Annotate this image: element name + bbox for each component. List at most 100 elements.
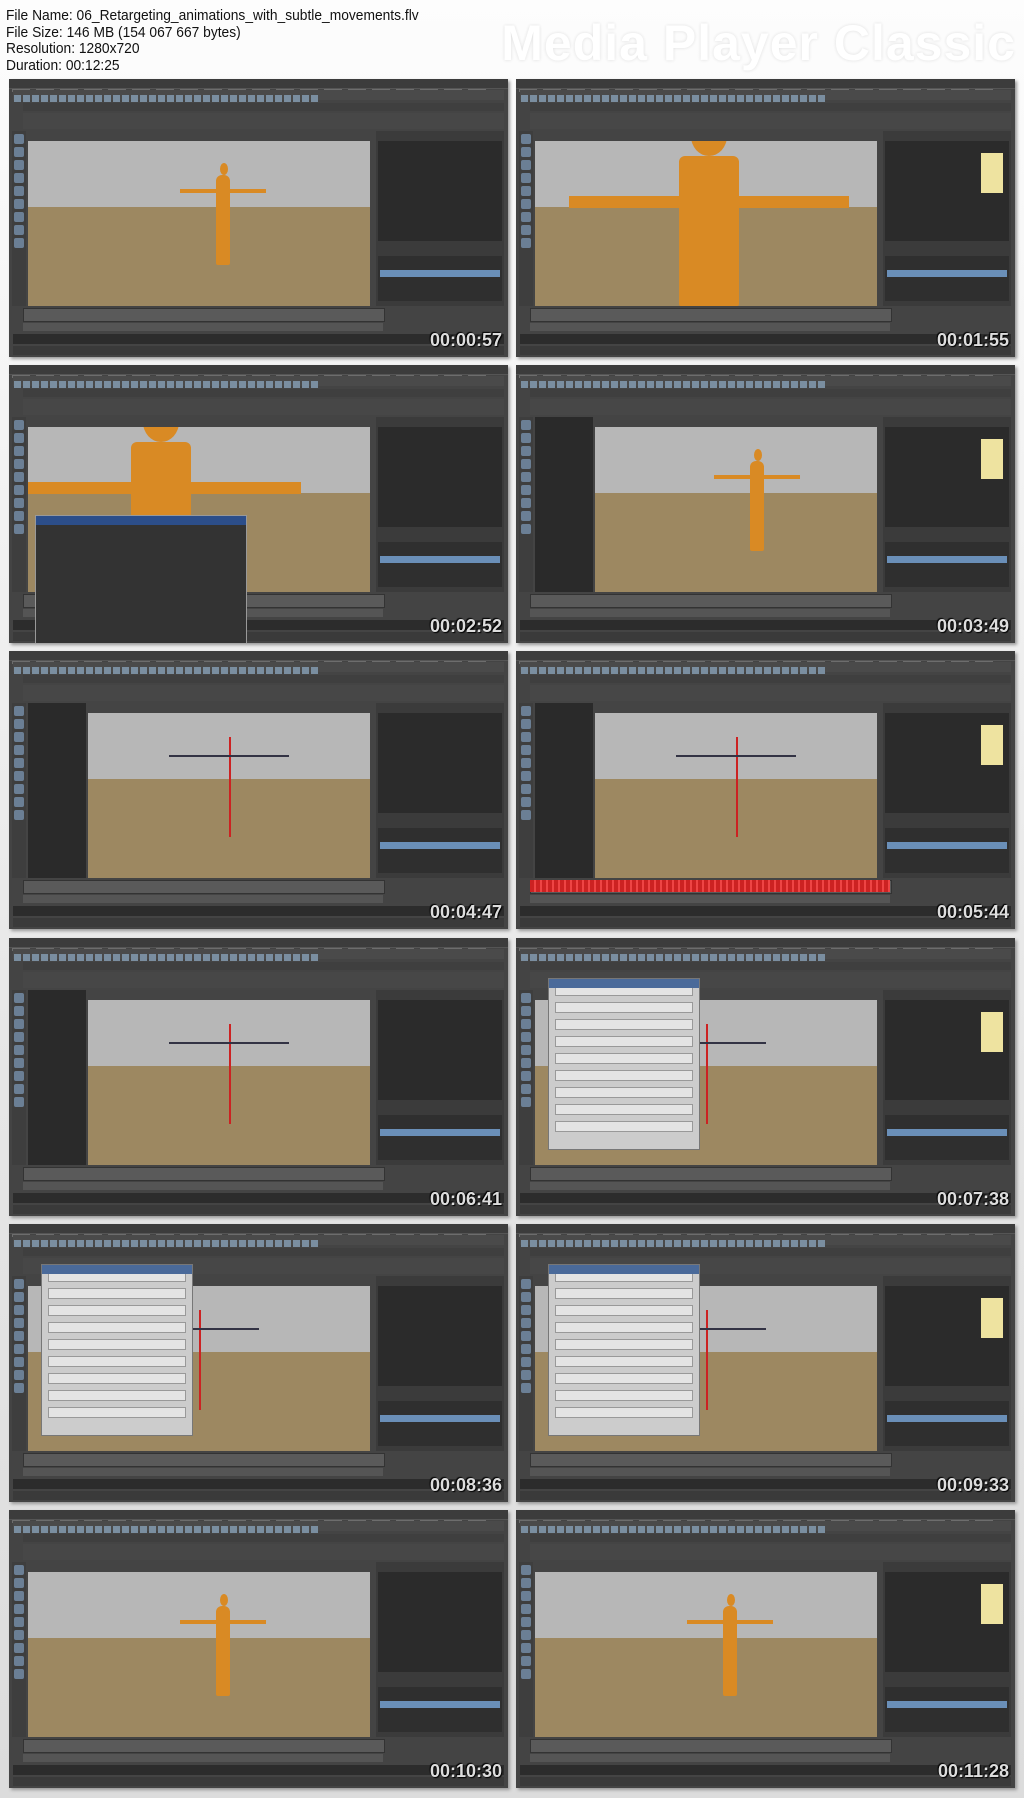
time-slider[interactable] xyxy=(23,1167,385,1181)
video-thumbnail[interactable]: 00:01:55 xyxy=(516,79,1015,357)
time-slider[interactable] xyxy=(530,1739,892,1753)
time-slider[interactable] xyxy=(530,1453,892,1467)
toolbox xyxy=(519,1276,533,1451)
range-slider[interactable] xyxy=(530,1468,890,1476)
range-slider[interactable] xyxy=(23,895,383,903)
shelf-tabs xyxy=(23,1534,504,1542)
viewport[interactable] xyxy=(28,1572,370,1737)
menu-bar xyxy=(516,1224,1015,1237)
time-slider[interactable] xyxy=(23,308,385,322)
video-thumbnail[interactable]: 00:02:52 xyxy=(9,365,508,643)
retarget-dialog[interactable] xyxy=(548,978,700,1150)
time-slider[interactable] xyxy=(23,1739,385,1753)
shelf-tabs xyxy=(23,962,504,970)
status-toolbar xyxy=(520,376,1011,388)
retarget-dialog[interactable] xyxy=(548,1264,700,1436)
timestamp: 00:06:41 xyxy=(429,1189,502,1209)
viewport-menu xyxy=(88,990,370,1000)
video-thumbnail[interactable]: 00:06:41 xyxy=(9,938,508,1216)
toolbox xyxy=(519,417,533,592)
shelf-tabs xyxy=(530,962,1011,970)
channel-box xyxy=(883,990,1011,1165)
skeleton xyxy=(139,1309,259,1410)
range-slider[interactable] xyxy=(530,895,890,903)
viewport[interactable] xyxy=(88,1000,370,1165)
viewport[interactable] xyxy=(535,141,877,306)
toolbox xyxy=(12,1562,26,1737)
viewport[interactable] xyxy=(88,713,370,878)
skeleton xyxy=(169,1023,289,1124)
skeleton xyxy=(646,1309,766,1410)
viewport-menu xyxy=(28,131,370,141)
range-slider[interactable] xyxy=(23,1468,383,1476)
status-toolbar xyxy=(13,90,504,102)
shelf xyxy=(23,399,504,415)
video-thumbnail[interactable]: 00:09:33 xyxy=(516,1224,1015,1502)
shelf xyxy=(23,972,504,988)
shelf-tabs xyxy=(530,1534,1011,1542)
retarget-dialog[interactable] xyxy=(41,1264,193,1436)
shelf-tabs xyxy=(530,103,1011,111)
video-thumbnail[interactable]: 00:10:30 xyxy=(9,1510,508,1788)
video-thumbnail[interactable]: 00:05:44 xyxy=(516,651,1015,929)
shelf xyxy=(530,1544,1011,1560)
timestamp: 00:03:49 xyxy=(936,616,1009,636)
time-slider[interactable] xyxy=(530,1167,892,1181)
range-slider[interactable] xyxy=(23,1754,383,1762)
shelf-tabs xyxy=(530,1248,1011,1256)
keyframes xyxy=(530,880,890,892)
resolution: Resolution: 1280x720 xyxy=(6,40,140,57)
status-toolbar xyxy=(520,90,1011,102)
viewport[interactable] xyxy=(535,1572,877,1737)
video-thumbnail[interactable]: 00:04:47 xyxy=(9,651,508,929)
shelf xyxy=(23,113,504,129)
menu-bar xyxy=(9,365,508,378)
shelf xyxy=(530,685,1011,701)
brand-watermark: Media Player Classic xyxy=(501,15,1016,71)
status-toolbar xyxy=(520,1235,1011,1247)
channel-box xyxy=(376,990,504,1165)
range-slider[interactable] xyxy=(530,1754,890,1762)
viewport[interactable] xyxy=(595,427,877,592)
character-model xyxy=(180,162,267,265)
character-model xyxy=(568,141,849,306)
character-model xyxy=(180,1593,267,1696)
time-slider[interactable] xyxy=(530,594,892,608)
time-slider[interactable] xyxy=(23,1453,385,1467)
channel-box xyxy=(883,131,1011,306)
shelf-tabs xyxy=(23,1248,504,1256)
video-thumbnail[interactable]: 00:11:28 xyxy=(516,1510,1015,1788)
shelf-tabs xyxy=(23,675,504,683)
range-slider[interactable] xyxy=(530,609,890,617)
timestamp: 00:08:36 xyxy=(429,1475,502,1495)
skeleton xyxy=(169,736,289,837)
video-thumbnail[interactable]: 00:00:57 xyxy=(9,79,508,357)
timestamp: 00:05:44 xyxy=(936,902,1009,922)
menu-bar xyxy=(516,1510,1015,1523)
range-slider[interactable] xyxy=(23,1182,383,1190)
menu-bar xyxy=(9,651,508,664)
toolbox xyxy=(12,1276,26,1451)
channel-box xyxy=(376,1276,504,1451)
video-thumbnail[interactable]: 00:08:36 xyxy=(9,1224,508,1502)
shelf xyxy=(530,113,1011,129)
viewport-menu xyxy=(28,1562,370,1572)
video-thumbnail[interactable]: 00:03:49 xyxy=(516,365,1015,643)
toolbox xyxy=(519,703,533,878)
time-slider[interactable] xyxy=(23,880,385,894)
timestamp: 00:11:28 xyxy=(937,1761,1009,1781)
channel-box xyxy=(376,1562,504,1737)
toolbox xyxy=(519,1562,533,1737)
timestamp: 00:00:57 xyxy=(429,330,502,350)
range-slider[interactable] xyxy=(530,1182,890,1190)
range-slider[interactable] xyxy=(23,323,383,331)
range-slider[interactable] xyxy=(530,323,890,331)
outliner-window[interactable] xyxy=(35,515,247,643)
viewport[interactable] xyxy=(595,713,877,878)
time-slider[interactable] xyxy=(530,308,892,322)
channel-box xyxy=(883,1562,1011,1737)
video-thumbnail[interactable]: 00:07:38 xyxy=(516,938,1015,1216)
viewport-menu xyxy=(535,1562,877,1572)
menu-bar xyxy=(516,79,1015,92)
viewport[interactable] xyxy=(28,141,370,306)
